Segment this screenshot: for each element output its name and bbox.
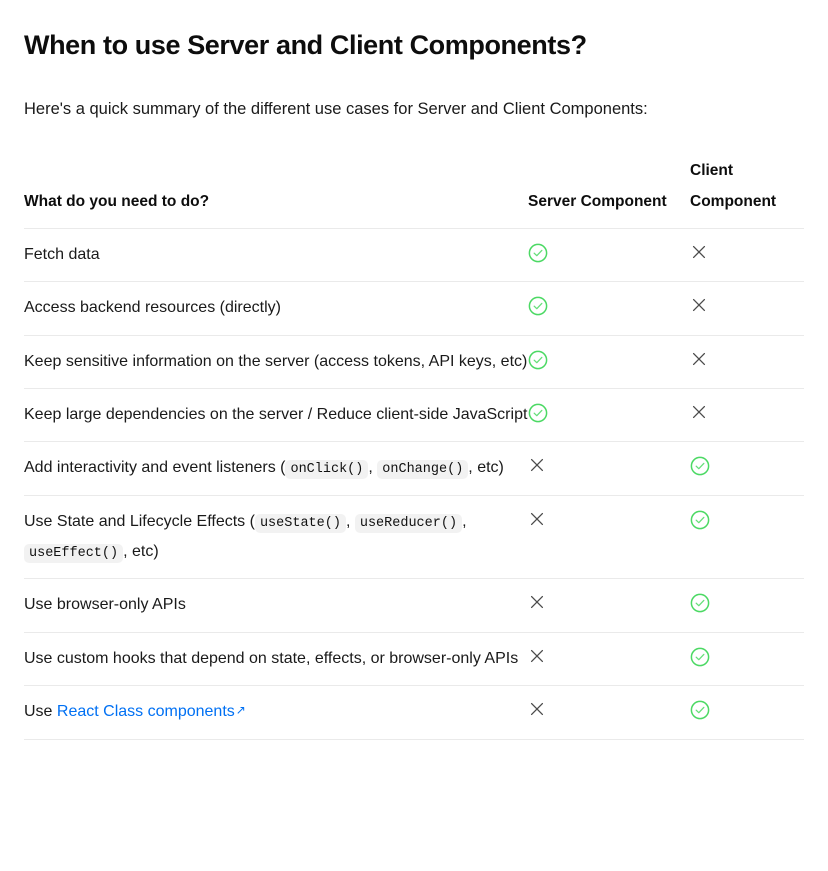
table-row: Access backend resources (directly): [24, 281, 804, 336]
cross-icon: [528, 647, 546, 665]
server-component-cell: [528, 228, 690, 283]
task-text: Use browser-only APIs: [24, 596, 186, 614]
inline-code-chip: useEffect(): [24, 544, 124, 564]
server-component-cell: [528, 632, 690, 687]
cross-icon: [690, 350, 708, 368]
server-client-comparison-table: What do you need to do? Server Component…: [24, 156, 804, 740]
table-row: Use State and Lifecycle Effects (useStat…: [24, 495, 804, 580]
task-cell: Access backend resources (directly): [24, 281, 528, 336]
task-text: ,: [345, 512, 355, 530]
table-row: Keep sensitive information on the server…: [24, 335, 804, 389]
inline-code-chip: useState(): [254, 513, 346, 533]
check-circle-icon: [690, 700, 710, 720]
table-header-row: What do you need to do? Server Component…: [24, 156, 804, 229]
cross-icon: [528, 593, 546, 611]
server-component-cell: [528, 281, 690, 336]
cross-icon: [690, 243, 708, 261]
client-component-cell: [690, 228, 804, 283]
task-text: Keep sensitive information on the server…: [24, 352, 528, 370]
client-component-cell: [690, 578, 804, 633]
server-component-cell: [528, 441, 690, 496]
task-cell: Use React Class components↗: [24, 685, 528, 740]
check-circle-icon: [690, 647, 710, 667]
task-text: Use custom hooks that depend on state, e…: [24, 649, 519, 667]
column-header-server-component: Server Component: [528, 156, 690, 229]
inline-code-chip: onClick(): [285, 460, 369, 480]
check-circle-icon: [528, 243, 548, 263]
table-row: Use React Class components↗: [24, 685, 804, 740]
document-page: When to use Server and Client Components…: [0, 0, 828, 740]
check-circle-icon: [528, 403, 548, 423]
check-circle-icon: [690, 593, 710, 613]
task-cell: Use State and Lifecycle Effects (useStat…: [24, 495, 528, 580]
task-text: Access backend resources (directly): [24, 299, 281, 317]
client-component-cell: [690, 495, 804, 580]
table-row: Keep large dependencies on the server / …: [24, 388, 804, 443]
client-component-cell: [690, 685, 804, 740]
task-text: , etc): [123, 543, 159, 561]
check-circle-icon: [528, 350, 548, 370]
column-header-client-component: Client Component: [690, 156, 804, 229]
client-component-cell: [690, 281, 804, 336]
column-header-task: What do you need to do?: [24, 156, 528, 229]
check-circle-icon: [690, 456, 710, 476]
server-component-cell: [528, 685, 690, 740]
client-component-cell: [690, 632, 804, 687]
external-link-arrow-icon: ↗: [235, 703, 246, 718]
cross-icon: [690, 296, 708, 314]
task-text: , etc): [468, 459, 504, 477]
inline-code-chip: onChange(): [377, 460, 469, 480]
table-row: Use browser-only APIs: [24, 578, 804, 633]
task-cell: Keep large dependencies on the server / …: [24, 388, 528, 443]
page-title: When to use Server and Client Components…: [24, 30, 587, 60]
cross-icon: [528, 456, 546, 474]
server-component-cell: [528, 388, 690, 443]
intro-paragraph: Here's a quick summary of the different …: [24, 99, 648, 118]
task-text: Use: [24, 703, 57, 721]
cross-icon: [690, 403, 708, 421]
task-cell: Use custom hooks that depend on state, e…: [24, 632, 528, 687]
inline-code-chip: useReducer(): [354, 513, 463, 533]
check-circle-icon: [528, 296, 548, 316]
task-cell: Use browser-only APIs: [24, 578, 528, 633]
cross-icon: [528, 700, 546, 718]
task-text: Use State and Lifecycle Effects (: [24, 512, 255, 530]
task-cell: Keep sensitive information on the server…: [24, 335, 528, 389]
client-component-cell: [690, 441, 804, 496]
server-component-cell: [528, 495, 690, 580]
table-row: Fetch data: [24, 228, 804, 283]
table-body: Fetch data Access backend resources (dire…: [24, 228, 804, 740]
task-text: Fetch data: [24, 245, 100, 263]
task-cell: Fetch data: [24, 228, 528, 283]
table-row: Add interactivity and event listeners (o…: [24, 441, 804, 496]
client-component-cell: [690, 388, 804, 443]
cross-icon: [528, 510, 546, 528]
react-class-components-link[interactable]: React Class components: [57, 703, 235, 720]
table-row: Use custom hooks that depend on state, e…: [24, 632, 804, 687]
task-text: ,: [368, 459, 378, 477]
server-component-cell: [528, 578, 690, 633]
task-cell: Add interactivity and event listeners (o…: [24, 441, 528, 496]
server-component-cell: [528, 335, 690, 389]
client-component-cell: [690, 335, 804, 389]
check-circle-icon: [690, 510, 710, 530]
task-text: Add interactivity and event listeners (: [24, 459, 286, 477]
table-header: What do you need to do? Server Component…: [24, 156, 804, 229]
task-text: ,: [462, 512, 467, 530]
task-text: Keep large dependencies on the server / …: [24, 405, 528, 423]
